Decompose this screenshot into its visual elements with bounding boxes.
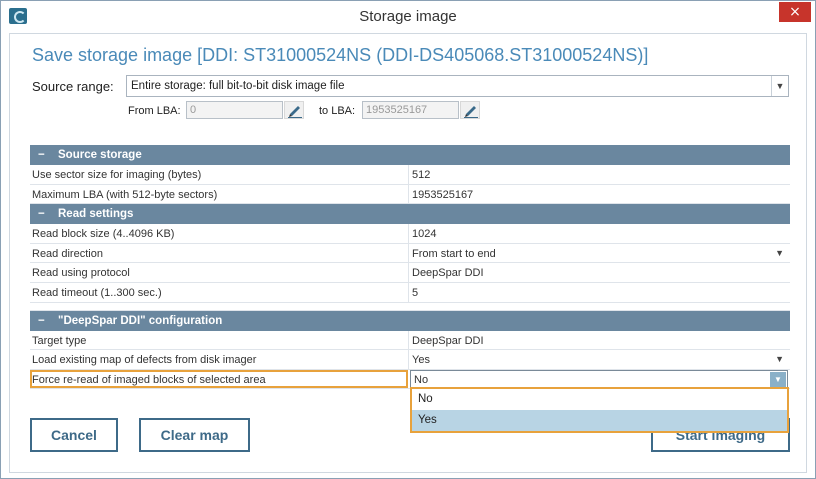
from-lba-input[interactable]: 0 — [186, 101, 283, 119]
pencil-icon — [464, 106, 478, 118]
section-header-read-settings[interactable]: − Read settings — [30, 204, 790, 225]
property-value[interactable]: 1024 — [412, 228, 436, 240]
dropdown-option-yes[interactable]: Yes — [412, 410, 787, 431]
property-value[interactable]: 512 — [412, 169, 430, 181]
dialog-content: Save storage image [DDI: ST31000524NS (D… — [9, 33, 807, 473]
property-name: Read timeout (1..300 sec.) — [32, 286, 162, 299]
to-lba-input[interactable]: 1953525167 — [362, 101, 459, 119]
window-title: Storage image — [359, 8, 457, 25]
source-range-value: Entire storage: full bit-to-bit disk ima… — [131, 80, 345, 92]
property-name: Read block size (4..4096 KB) — [32, 228, 175, 241]
cancel-button[interactable]: Cancel — [30, 418, 118, 452]
table-row[interactable]: Use sector size for imaging (bytes) 512 — [30, 165, 790, 185]
dropdown-list: No Yes — [410, 387, 789, 433]
property-value[interactable]: Yes — [412, 354, 430, 366]
property-name: Target type — [32, 334, 87, 347]
property-value[interactable]: From start to end — [412, 248, 496, 260]
property-value[interactable]: 5 — [412, 287, 418, 299]
chevron-down-icon[interactable]: ▼ — [770, 371, 786, 387]
section-header-source-storage[interactable]: − Source storage — [30, 145, 790, 165]
properties-grid: − Source storage Use sector size for imag… — [30, 145, 790, 390]
close-icon: × — [789, 4, 801, 20]
collapse-icon[interactable]: − — [38, 204, 58, 224]
clear-map-button[interactable]: Clear map — [139, 418, 250, 452]
to-lba-label: to LBA: — [319, 105, 356, 117]
property-name: Load existing map of defects from disk i… — [32, 354, 257, 367]
pencil-icon — [288, 106, 302, 118]
property-name: Read using protocol — [32, 267, 130, 280]
dropdown-option-no[interactable]: No — [412, 389, 787, 410]
table-row[interactable]: Maximum LBA (with 512-byte sectors) 19535… — [30, 184, 790, 205]
chevron-down-icon[interactable]: ▼ — [775, 354, 784, 364]
table-row[interactable]: Read direction From start to end ▼ — [30, 243, 790, 264]
close-button[interactable]: × — [779, 2, 811, 22]
property-name: Use sector size for imaging (bytes) — [32, 169, 202, 181]
collapse-icon[interactable]: − — [38, 311, 58, 331]
title-bar: Storage image × — [1, 1, 815, 33]
section-title: Source storage — [58, 149, 142, 161]
chevron-down-icon[interactable]: ▼ — [775, 248, 784, 258]
property-name: Maximum LBA (with 512-byte sectors) — [32, 188, 218, 201]
source-range-select[interactable]: Entire storage: full bit-to-bit disk ima… — [126, 75, 789, 97]
source-range-label: Source range: — [32, 79, 114, 94]
storage-image-window: Storage image × Save storage image [DDI:… — [0, 0, 816, 479]
property-name: Read direction — [32, 247, 103, 260]
table-row[interactable]: Load existing map of defects from disk i… — [30, 350, 790, 370]
from-lba-edit-button[interactable] — [284, 101, 304, 119]
force-reread-select[interactable]: ▼ — [410, 369, 788, 389]
section-title: Read settings — [58, 208, 134, 221]
property-value[interactable]: No — [414, 374, 428, 386]
to-lba-edit-button[interactable] — [460, 101, 480, 119]
table-row[interactable]: Read timeout (1..300 sec.) 5 — [30, 282, 790, 303]
property-value[interactable]: 1953525167 — [412, 189, 473, 201]
chevron-down-icon[interactable]: ▼ — [771, 76, 788, 96]
property-value[interactable]: DeepSpar DDI — [412, 267, 484, 279]
table-row[interactable]: Read using protocol DeepSpar DDI — [30, 263, 790, 283]
from-lba-label: From LBA: — [128, 105, 181, 117]
table-row[interactable]: Target type DeepSpar DDI — [30, 330, 790, 351]
collapse-icon[interactable]: − — [38, 145, 58, 165]
section-header-deepspar-config[interactable]: − "DeepSpar DDI" configuration — [30, 310, 790, 331]
property-value[interactable]: DeepSpar DDI — [412, 335, 484, 347]
property-name: Force re-read of imaged blocks of select… — [32, 373, 266, 386]
table-row[interactable]: Read block size (4..4096 KB) 1024 — [30, 224, 790, 244]
section-title: "DeepSpar DDI" configuration — [58, 314, 223, 327]
page-title: Save storage image [DDI: ST31000524NS (D… — [32, 45, 649, 65]
